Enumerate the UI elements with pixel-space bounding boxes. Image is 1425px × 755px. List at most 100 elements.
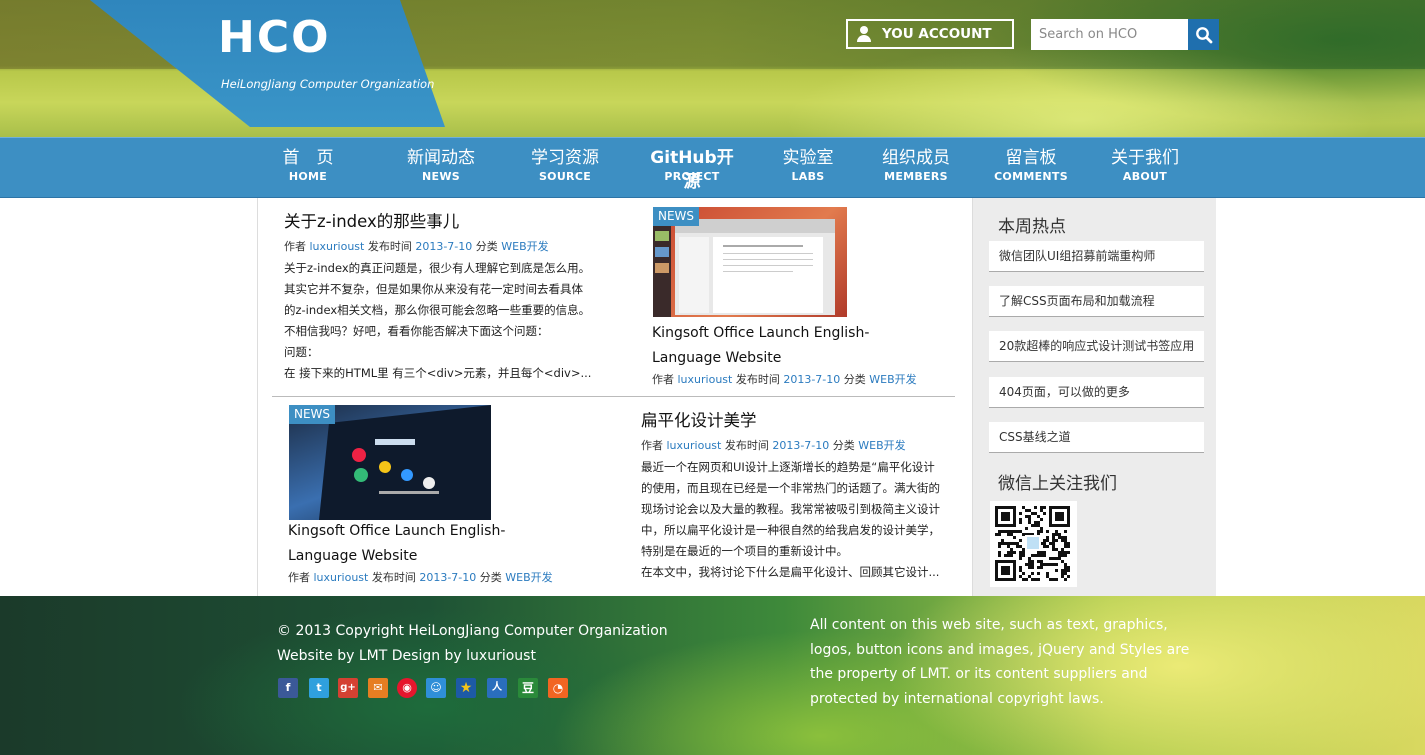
category-link[interactable]: WEB开发 bbox=[869, 373, 916, 386]
post-meta: 作者 luxurioust 发布时间 2013-7-10 分类 WEB开发 bbox=[288, 569, 553, 585]
nav-source[interactable]: 学习资源 SOURCE bbox=[526, 146, 604, 184]
nav-label-en: MEMBERS bbox=[884, 170, 948, 183]
twitter-icon[interactable]: t bbox=[309, 678, 329, 698]
footer-copyright: © 2013 Copyright HeiLongJiang Computer O… bbox=[277, 623, 668, 639]
nav-about[interactable]: 关于我们 ABOUT bbox=[1106, 146, 1184, 184]
rss-icon[interactable]: ◔ bbox=[548, 678, 568, 698]
meta-label: 发布时间 bbox=[735, 373, 780, 386]
qr-code-image bbox=[995, 506, 1070, 581]
excerpt-line: 的z-index相关文档，那么你很可能会忽略一些重要的信息。 bbox=[284, 303, 591, 317]
nav-label-en: ABOUT bbox=[1122, 170, 1168, 183]
date-link[interactable]: 2013-7-10 bbox=[419, 571, 476, 584]
date-link[interactable]: 2013-7-10 bbox=[772, 439, 829, 452]
nav-label-cn: 新闻动态 bbox=[407, 148, 475, 168]
nav-label-cn: 首 页 bbox=[282, 148, 334, 168]
account-label: YOU ACCOUNT bbox=[882, 26, 992, 42]
wechat-heading: 微信上关注我们 bbox=[998, 474, 1117, 494]
nav-label-cn: 组织成员 bbox=[882, 148, 950, 168]
post-title[interactable]: 关于z-index的那些事儿 bbox=[284, 208, 459, 232]
search-icon bbox=[1195, 26, 1212, 43]
account-button[interactable]: YOU ACCOUNT bbox=[846, 19, 1014, 49]
post-title[interactable]: Kingsoft Office Launch English- Language… bbox=[288, 519, 518, 569]
excerpt-line: 的使用，而且现在已经是一个非常热门的话题了。满大街的 bbox=[641, 481, 940, 495]
logo-subtitle: HeiLongJiang Computer Organization bbox=[221, 77, 435, 91]
search-input[interactable] bbox=[1031, 19, 1188, 50]
hot-topics-heading: 本周热点 bbox=[998, 217, 1066, 237]
excerpt-line: 关于z-index的真正问题是，很少有人理解它到底是怎么用。 bbox=[284, 261, 591, 275]
category-link[interactable]: WEB开发 bbox=[501, 240, 548, 253]
meta-label: 分类 bbox=[832, 439, 855, 452]
post-divider bbox=[272, 396, 955, 397]
nav-label-cn: GitHub开源 bbox=[650, 148, 734, 192]
nav-label-cn: 学习资源 bbox=[531, 148, 599, 168]
excerpt-line: 中，所以扁平化设计是一种很自然的给我启发的设计美学， bbox=[641, 523, 940, 537]
header: HCO HeiLongJiang Computer Organization Y… bbox=[0, 0, 1425, 137]
meta-label: 作者 bbox=[284, 240, 306, 253]
post-thumbnail[interactable]: NEWS bbox=[289, 405, 491, 520]
meta-label: 发布时间 bbox=[371, 571, 416, 584]
nav-project[interactable]: GitHub开源 PROJECT bbox=[644, 146, 740, 192]
excerpt-line: 不相信我吗？好吧，看看你能否解决下面这个问题： bbox=[284, 324, 549, 338]
footer-credit: Website by LMT Design by luxurioust bbox=[277, 648, 536, 664]
nav-label-cn: 实验室 bbox=[782, 148, 834, 168]
qzone-icon[interactable]: ☺ bbox=[426, 678, 446, 698]
date-link[interactable]: 2013-7-10 bbox=[783, 373, 840, 386]
weibo-icon[interactable]: ◉ bbox=[397, 678, 417, 698]
excerpt-line: 特别是在最近的一个项目的重新设计中。 bbox=[641, 544, 848, 558]
nav-labs[interactable]: 实验室 LABS bbox=[778, 146, 838, 184]
footer-notice: All content on this web site, such as te… bbox=[810, 617, 1190, 707]
renren-icon[interactable]: 人 bbox=[487, 678, 507, 698]
nav-label-en: LABS bbox=[791, 170, 825, 183]
user-icon bbox=[856, 26, 872, 42]
nav-label-en: PROJECT bbox=[664, 170, 720, 183]
douban-icon[interactable]: 豆 bbox=[518, 678, 538, 698]
main-nav: 首 页 HOME 新闻动态 NEWS 学习资源 SOURCE GitHub开源 … bbox=[0, 137, 1425, 198]
hot-topic-item[interactable]: 微信团队UI组招募前端重构师 bbox=[989, 241, 1204, 272]
date-link[interactable]: 2013-7-10 bbox=[415, 240, 472, 253]
nav-label-en: NEWS bbox=[422, 170, 460, 183]
excerpt-line: 最近一个在网页和UI设计上逐渐增长的趋势是“扁平化设计 bbox=[641, 460, 935, 474]
mail-icon[interactable]: ✉ bbox=[368, 678, 388, 698]
search-button[interactable] bbox=[1188, 19, 1219, 50]
star-icon[interactable]: ★ bbox=[456, 678, 476, 698]
post-thumbnail[interactable]: NEWS bbox=[653, 207, 847, 317]
news-badge: NEWS bbox=[289, 405, 336, 424]
post-meta: 作者 luxurioust 发布时间 2013-7-10 分类 WEB开发 bbox=[652, 371, 917, 387]
category-link[interactable]: WEB开发 bbox=[505, 571, 552, 584]
logo-title[interactable]: HCO bbox=[218, 12, 331, 63]
meta-label: 发布时间 bbox=[367, 240, 412, 253]
post-title[interactable]: Kingsoft Office Launch English- Language… bbox=[652, 321, 882, 371]
news-badge: NEWS bbox=[653, 207, 700, 226]
excerpt-line: 在 接下来的HTML里 有三个<div>元素，并且每个<div>... bbox=[284, 366, 592, 380]
category-link[interactable]: WEB开发 bbox=[858, 439, 905, 452]
google-plus-icon[interactable]: g+ bbox=[338, 678, 358, 698]
title-line: Kingsoft Office Launch English- bbox=[288, 523, 506, 539]
author-link[interactable]: luxurioust bbox=[667, 439, 722, 452]
nav-label-en: HOME bbox=[288, 170, 328, 183]
nav-members[interactable]: 组织成员 MEMBERS bbox=[877, 146, 955, 184]
author-link[interactable]: luxurioust bbox=[310, 240, 365, 253]
nav-news[interactable]: 新闻动态 NEWS bbox=[403, 146, 479, 184]
hot-topic-item[interactable]: 404页面，可以做的更多 bbox=[989, 377, 1204, 408]
wechat-qr-code bbox=[990, 501, 1077, 587]
title-line: Language Website bbox=[652, 350, 782, 366]
post-excerpt: 关于z-index的真正问题是，很少有人理解它到底是怎么用。 其实它并不复杂，但… bbox=[284, 258, 614, 384]
hot-topic-item[interactable]: 20款超棒的响应式设计测试书签应用 bbox=[989, 331, 1204, 362]
facebook-icon[interactable]: f bbox=[278, 678, 298, 698]
post-title[interactable]: 扁平化设计美学 bbox=[641, 407, 757, 431]
meta-label: 作者 bbox=[641, 439, 663, 452]
nav-home[interactable]: 首 页 HOME bbox=[276, 146, 340, 184]
post-meta: 作者 luxurioust 发布时间 2013-7-10 分类 WEB开发 bbox=[284, 238, 549, 254]
meta-label: 发布时间 bbox=[724, 439, 769, 452]
hot-topic-item[interactable]: CSS基线之道 bbox=[989, 422, 1204, 453]
meta-label: 分类 bbox=[843, 373, 866, 386]
author-link[interactable]: luxurioust bbox=[314, 571, 369, 584]
meta-label: 作者 bbox=[288, 571, 310, 584]
hot-topic-item[interactable]: 了解CSS页面布局和加载流程 bbox=[989, 286, 1204, 317]
author-link[interactable]: luxurioust bbox=[678, 373, 733, 386]
title-line: Kingsoft Office Launch English- bbox=[652, 325, 870, 341]
nav-label-en: COMMENTS bbox=[994, 170, 1068, 183]
meta-label: 作者 bbox=[652, 373, 674, 386]
footer: © 2013 Copyright HeiLongJiang Computer O… bbox=[0, 596, 1425, 755]
nav-comments[interactable]: 留言板 COMMENTS bbox=[994, 146, 1068, 184]
